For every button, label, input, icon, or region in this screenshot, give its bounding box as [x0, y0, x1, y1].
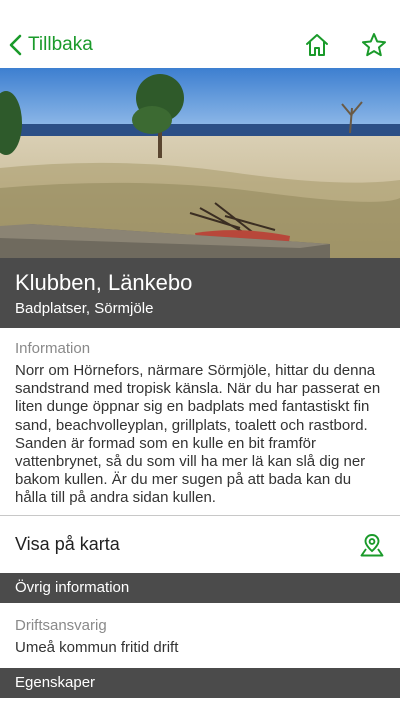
information-label: Information	[15, 340, 91, 357]
show-on-map-label: Visa på karta	[15, 534, 120, 554]
other-info-header: Övrig information	[0, 573, 400, 603]
home-icon	[306, 34, 328, 56]
place-title: Klubben, Länkebo	[15, 270, 193, 295]
star-icon	[362, 33, 386, 57]
chevron-left-icon	[9, 34, 22, 56]
favorite-button[interactable]	[360, 31, 388, 59]
show-on-map-button[interactable]: Visa på karta	[0, 516, 400, 573]
beach-photo-image	[0, 68, 400, 258]
properties-header: Egenskaper	[0, 668, 400, 698]
back-button[interactable]: Tillbaka	[8, 30, 93, 60]
information-text: Norr om Hörnefors, närmare Sörmjöle, hit…	[15, 362, 381, 507]
operator-value: Umeå kommun fritid drift	[15, 639, 179, 656]
operator-field: Driftsansvarig Umeå kommun fritid drift	[0, 603, 400, 657]
map-pin-icon	[360, 533, 384, 556]
hero-photo	[0, 68, 400, 258]
place-header: Klubben, Länkebo Badplatser, Sörmjöle	[0, 258, 400, 328]
back-label: Tillbaka	[28, 34, 93, 55]
place-subtitle: Badplatser, Sörmjöle	[15, 300, 154, 317]
operator-label: Driftsansvarig	[15, 617, 107, 634]
information-section: Information Norr om Hörnefors, närmare S…	[0, 328, 400, 508]
navigation-bar: Tillbaka	[0, 0, 400, 68]
home-button[interactable]	[303, 31, 331, 59]
